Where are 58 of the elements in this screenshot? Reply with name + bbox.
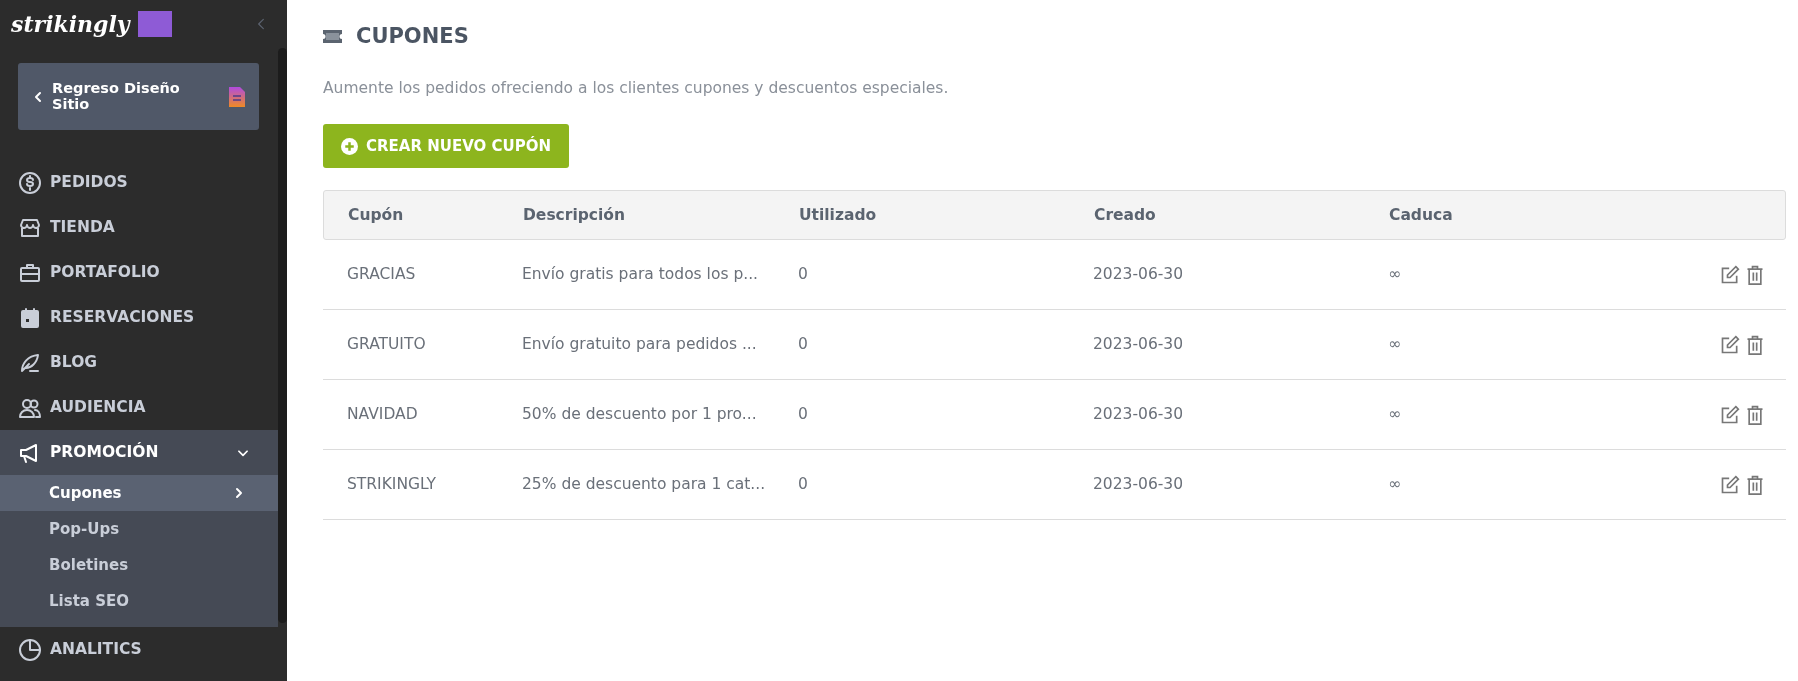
back-button[interactable]: Regreso Diseño Sitio [18,63,259,130]
table-cell-text: ∞ [1388,474,1402,496]
trash-icon[interactable] [1746,334,1764,355]
table-cell-text: ∞ [1388,334,1402,356]
edit-icon[interactable] [1720,404,1740,425]
trash-icon[interactable] [1746,404,1764,425]
logo-wordmark: strikingly [11,13,130,35]
document-icon [229,86,245,107]
table-cell-text: Envío gratuito para pedidos ... [522,334,758,356]
edit-icon[interactable] [1720,474,1740,495]
chevron-right-icon [233,486,245,500]
plus-circle-icon [341,137,358,155]
table-cell-text: Envío gratis para todos los p... [522,264,760,286]
table-cell-text: 0 [798,404,809,426]
table-cell-text: ∞ [1388,264,1402,286]
table-cell-text: NAVIDAD [346,404,419,426]
table-cell-text: GRATUITO [346,334,427,356]
pie-chart-icon [18,637,42,662]
column-header: Creado [1094,204,1157,226]
edit-icon[interactable] [1720,334,1740,355]
submenu-item[interactable]: Pop-Ups [0,511,278,547]
table-cell-text: 50% de descuento por 1 pro... [522,404,758,426]
ticket-icon [323,30,342,44]
sidebar-item[interactable]: PORTAFOLIO [0,250,278,295]
table-cell-text: 2023-06-30 [1093,334,1185,356]
table-cell-text: 0 [798,334,809,356]
trash-icon[interactable] [1746,264,1764,285]
submenu-item[interactable]: Boletines [0,547,278,583]
scrollbar[interactable] [278,48,287,623]
dollar-circle-icon [18,170,42,195]
column-header: Caduca [1389,204,1454,226]
trash-icon[interactable] [1746,474,1764,495]
table-cell-text: 25% de descuento para 1 cat... [522,474,767,496]
table-cell-text: STRIKINGLY [346,474,438,496]
table-cell-text: 0 [798,264,809,286]
table-cell-text: ∞ [1388,404,1402,426]
page-description: Aumente los pedidos ofreciendo a los clientes cupones y descuentos especiales. [323,78,950,100]
table-cell-text: 2023-06-30 [1093,474,1185,496]
submenu-item[interactable]: Lista SEO [0,583,278,619]
page-title: CUPONES [356,24,469,50]
sidebar-item[interactable]: RESERVACIONES [0,295,278,340]
sidebar-item[interactable]: ANALITICS [0,627,278,672]
column-header: Descripción [523,204,627,226]
column-header: Cupón [347,204,405,226]
table-cell-text: 2023-06-30 [1093,264,1185,286]
edit-icon[interactable] [1720,264,1740,285]
sidebar-item[interactable]: TIENDA [0,205,278,250]
sidebar-item[interactable]: AUDIENCIA [0,385,278,430]
calendar-icon [18,305,42,330]
sidebar-item[interactable]: PEDIDOS [0,160,278,205]
table-cell-text: 2023-06-30 [1093,404,1185,426]
table-cell-text: 0 [798,474,809,496]
table-cell-text: GRACIAS [346,264,417,286]
sidebar-item[interactable]: PROMOCIÓN [0,430,278,475]
logo-square [137,11,172,37]
column-header: Utilizado [799,204,878,226]
submenu-item[interactable]: Cupones [0,475,278,511]
sidebar-item[interactable]: BLOG [0,340,278,385]
